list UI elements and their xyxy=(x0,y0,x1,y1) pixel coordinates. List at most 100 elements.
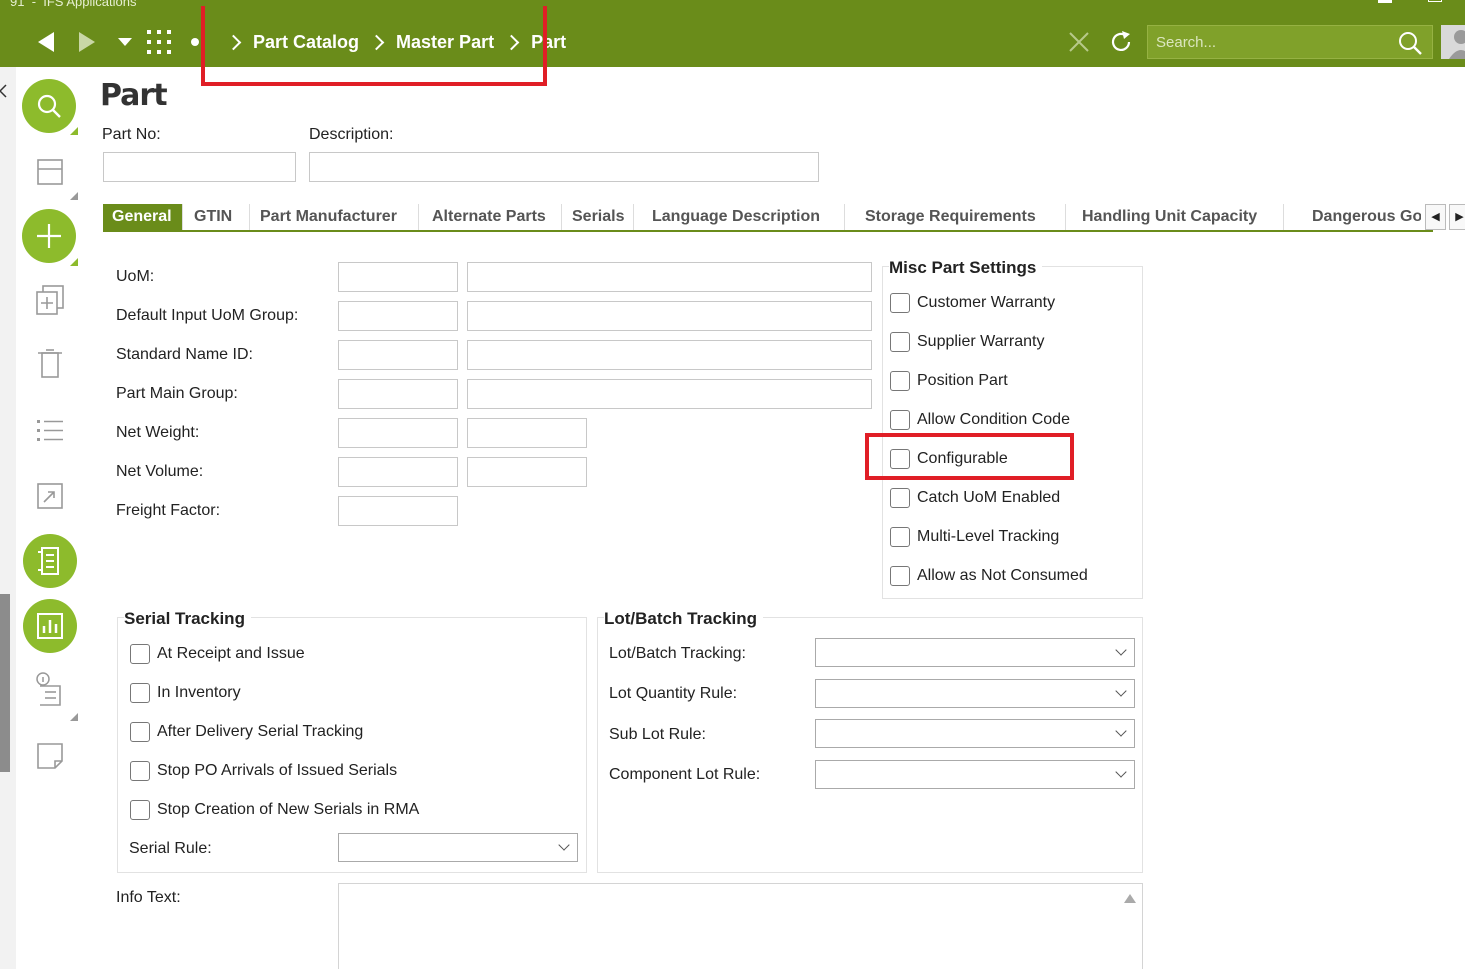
info-text-area[interactable] xyxy=(338,883,1143,969)
tab-dangerous-goods[interactable]: Dangerous Go xyxy=(1303,204,1421,230)
part-main-group-description xyxy=(467,379,872,409)
lot-batch-tracking-select[interactable] xyxy=(815,638,1135,667)
apps-grid-icon[interactable] xyxy=(147,30,171,54)
net-volume-label: Net Volume: xyxy=(116,463,204,480)
configurable-highlight xyxy=(865,433,1074,480)
tab-handling-unit-capacity[interactable]: Handling Unit Capacity xyxy=(1073,204,1284,230)
tab-scroll-right-button[interactable]: ▶ xyxy=(1449,204,1465,230)
app-title-prefix: 91 xyxy=(10,0,25,9)
allow-as-not-consumed-checkbox[interactable] xyxy=(890,566,910,586)
supplier-warranty-checkbox[interactable] xyxy=(890,332,910,352)
tab-scroll-left-button[interactable]: ◀ xyxy=(1425,204,1446,230)
search-icon[interactable] xyxy=(1398,31,1422,55)
tab-storage-requirements[interactable]: Storage Requirements xyxy=(856,204,1066,230)
dropdown-icon[interactable] xyxy=(118,38,132,47)
uom-label: UoM: xyxy=(116,268,155,285)
in-inventory-label: In Inventory xyxy=(157,684,241,701)
chevron-down-icon xyxy=(1115,685,1127,697)
allow-condition-code-checkbox[interactable] xyxy=(890,410,910,430)
chevron-down-icon xyxy=(558,839,570,851)
position-part-label: Position Part xyxy=(917,372,1008,389)
minimize-icon[interactable] xyxy=(1378,0,1392,3)
info-text-label: Info Text: xyxy=(116,889,181,906)
multi-level-tracking-label: Multi-Level Tracking xyxy=(917,528,1060,545)
stop-po-arrivals-checkbox[interactable] xyxy=(130,761,150,781)
scrollbar-thumb[interactable] xyxy=(0,594,10,772)
lot-quantity-rule-select[interactable] xyxy=(815,679,1135,708)
page-title: Part xyxy=(100,78,168,113)
part-no-field[interactable] xyxy=(103,152,296,182)
refresh-icon[interactable] xyxy=(1108,29,1134,55)
search-input[interactable] xyxy=(1148,26,1388,58)
list-icon[interactable] xyxy=(37,419,63,443)
at-receipt-and-issue-label: At Receipt and Issue xyxy=(157,645,305,662)
position-part-checkbox[interactable] xyxy=(890,371,910,391)
at-receipt-and-issue-checkbox[interactable] xyxy=(130,644,150,664)
multi-level-tracking-checkbox[interactable] xyxy=(890,527,910,547)
catch-uom-enabled-checkbox[interactable] xyxy=(890,488,910,508)
customer-warranty-checkbox[interactable] xyxy=(890,293,910,313)
uom-field[interactable] xyxy=(338,262,458,292)
sub-lot-rule-label: Sub Lot Rule: xyxy=(609,726,706,743)
search-button[interactable] xyxy=(22,79,76,133)
left-collapse-edge xyxy=(0,67,16,969)
chart-button[interactable] xyxy=(23,599,77,653)
search-box[interactable] xyxy=(1147,25,1433,59)
component-lot-rule-select[interactable] xyxy=(815,760,1135,789)
serial-rule-select[interactable] xyxy=(338,833,578,862)
freight-factor-field[interactable] xyxy=(338,496,458,526)
chevron-down-icon xyxy=(1115,766,1127,778)
supplier-warranty-label: Supplier Warranty xyxy=(917,333,1045,350)
part-main-group-label: Part Main Group: xyxy=(116,385,238,402)
duplicate-icon[interactable] xyxy=(35,284,65,316)
uom-description-field xyxy=(467,262,872,292)
tab-alternate-parts[interactable]: Alternate Parts xyxy=(423,204,562,230)
after-delivery-serial-tracking-checkbox[interactable] xyxy=(130,722,150,742)
misc-part-settings-title: Misc Part Settings xyxy=(889,258,1043,278)
net-weight-field[interactable] xyxy=(338,418,458,448)
catch-uom-enabled-label: Catch UoM Enabled xyxy=(917,489,1061,506)
component-lot-rule-label: Component Lot Rule: xyxy=(609,766,761,783)
note-icon[interactable] xyxy=(37,743,63,769)
window-close-icon[interactable] xyxy=(1428,0,1442,2)
in-inventory-checkbox[interactable] xyxy=(130,683,150,703)
tab-language-description[interactable]: Language Description xyxy=(643,204,845,230)
app-title-strip: 91 - IFS Applications xyxy=(10,0,136,9)
customer-warranty-label: Customer Warranty xyxy=(917,294,1056,311)
info-list-icon[interactable] xyxy=(34,671,64,707)
forward-icon[interactable] xyxy=(77,31,97,53)
tab-general[interactable]: General xyxy=(103,204,183,230)
tab-gtin[interactable]: GTIN xyxy=(185,204,250,230)
open-external-icon[interactable] xyxy=(37,483,63,509)
collapse-chevron-icon[interactable] xyxy=(0,84,8,98)
default-input-uom-group-description xyxy=(467,301,872,331)
chevron-down-icon xyxy=(1115,644,1127,656)
chevron-down-icon xyxy=(1115,725,1127,737)
new-button[interactable] xyxy=(22,209,76,263)
back-icon[interactable] xyxy=(36,31,56,53)
net-weight-uom-field[interactable] xyxy=(467,418,587,448)
standard-name-id-field[interactable] xyxy=(338,340,458,370)
menu-indicator-icon xyxy=(70,127,78,135)
description-field[interactable] xyxy=(309,152,819,182)
close-icon[interactable] xyxy=(1068,31,1090,53)
delete-icon[interactable] xyxy=(38,349,62,379)
net-volume-field[interactable] xyxy=(338,457,458,487)
save-icon[interactable] xyxy=(36,158,64,186)
tab-serials[interactable]: Serials xyxy=(563,204,634,230)
part-no-label: Part No: xyxy=(102,126,161,143)
avatar[interactable] xyxy=(1441,25,1465,59)
freight-factor-label: Freight Factor: xyxy=(116,502,221,519)
details-button[interactable] xyxy=(23,534,77,588)
after-delivery-serial-tracking-label: After Delivery Serial Tracking xyxy=(157,723,364,740)
stop-creation-new-serials-checkbox[interactable] xyxy=(130,800,150,820)
part-main-group-field[interactable] xyxy=(338,379,458,409)
document-list-icon xyxy=(38,547,59,575)
net-volume-uom-field[interactable] xyxy=(467,457,587,487)
menu-indicator-icon xyxy=(70,192,78,200)
tab-part-manufacturer[interactable]: Part Manufacturer xyxy=(251,204,419,230)
standard-name-description xyxy=(467,340,872,370)
scroll-up-icon[interactable] xyxy=(1124,894,1136,903)
default-input-uom-group-field[interactable] xyxy=(338,301,458,331)
sub-lot-rule-select[interactable] xyxy=(815,719,1135,748)
